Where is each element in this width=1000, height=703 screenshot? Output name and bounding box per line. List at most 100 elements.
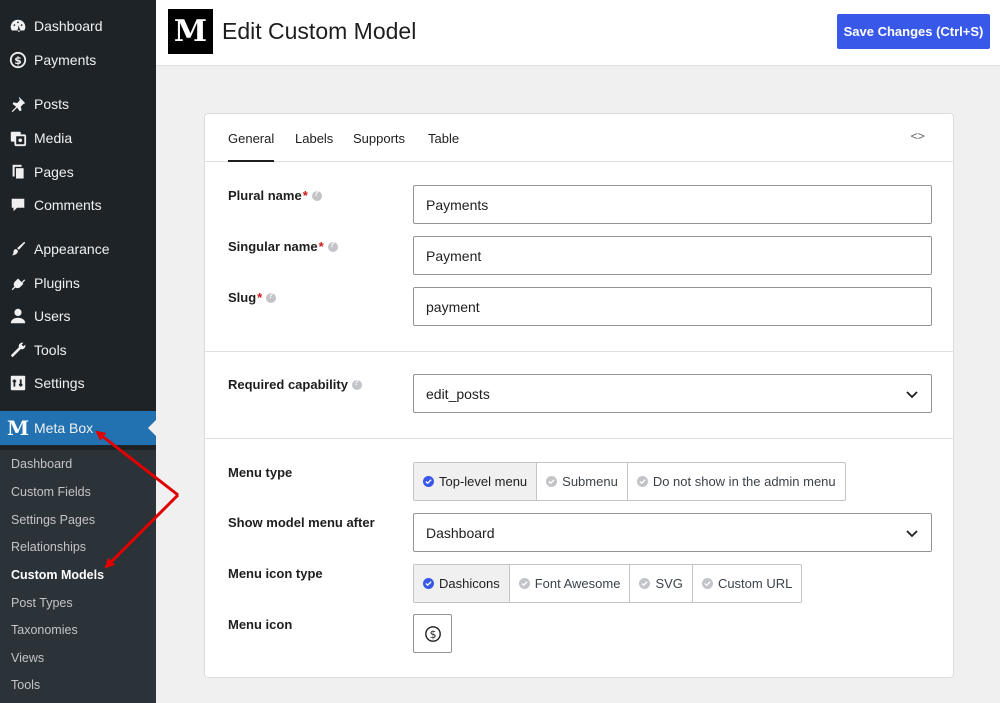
menu-type-top-level[interactable]: Top-level menu [414,463,538,500]
page-title: Edit Custom Model [222,18,417,44]
option-label: Dashicons [439,576,500,591]
submenu-item-settings-pages[interactable]: Settings Pages [11,510,95,530]
slug-label: Slug * [228,290,277,305]
check-circle-icon [636,476,648,487]
sidebar-item-settings[interactable]: Settings [0,366,156,400]
check-circle-icon [518,578,530,589]
icon-type-font-awesome[interactable]: Font Awesome [510,565,631,602]
svg-text:$: $ [14,54,22,67]
sidebar-item-label: Appearance [34,241,110,257]
sidebar-item-dashboard[interactable]: Dashboard [0,9,156,43]
sidebar-item-label: Plugins [34,275,80,291]
settings-icon [8,373,28,393]
sidebar-item-posts[interactable]: Posts [0,87,156,121]
sidebar-item-label: Dashboard [34,18,103,34]
help-icon[interactable] [327,240,338,252]
user-icon [8,306,28,326]
label-text: Plural name [228,188,302,203]
select-value: edit_posts [426,385,490,402]
help-icon[interactable] [311,189,322,201]
submenu-item-views[interactable]: Views [11,648,44,668]
code-view-toggle[interactable]: <> [911,129,925,143]
pin-icon [8,94,28,114]
page-header: M Edit Custom Model Save Changes (Ctrl+S… [156,0,1000,66]
submenu-item-post-types[interactable]: Post Types [11,593,73,613]
menu-icon-label: Menu icon [228,617,293,632]
sidebar-item-media[interactable]: Media [0,121,156,155]
meta-box-logo: M [168,9,213,54]
label-text: Singular name [228,239,318,254]
sidebar-item-meta-box[interactable]: M Meta Box [0,411,156,445]
menu-type-submenu[interactable]: Submenu [537,463,628,500]
tab-general[interactable]: General [228,131,275,162]
sidebar-item-comments[interactable]: Comments [0,188,156,222]
settings-tabs: General Labels Supports Table <> [205,114,953,162]
check-circle-icon [423,476,434,487]
slug-input[interactable] [413,287,932,326]
sidebar-item-payments[interactable]: $ Payments [0,43,156,77]
icon-type-svg[interactable]: SVG [630,565,693,602]
select-value: Dashboard [426,524,495,541]
label-text: Required capability [228,377,348,392]
sidebar-item-appearance[interactable]: Appearance [0,232,156,266]
required-capability-label: Required capability [228,377,362,392]
sidebar-item-label: Comments [34,197,102,213]
sidebar-item-tools[interactable]: Tools [0,333,156,367]
tab-table[interactable]: Table [428,131,459,146]
sidebar-item-plugins[interactable]: Plugins [0,266,156,300]
sidebar-item-label: Pages [34,164,74,180]
section-divider [205,351,953,352]
option-label: SVG [655,576,683,591]
tab-labels[interactable]: Labels [295,131,333,146]
menu-type-hidden[interactable]: Do not show in the admin menu [628,463,845,500]
plugin-icon [8,273,28,293]
tab-supports[interactable]: Supports [353,131,405,146]
brush-icon [8,239,28,259]
option-label: Do not show in the admin menu [652,474,836,489]
wrench-icon [8,340,28,360]
required-mark: * [257,290,263,305]
option-label: Font Awesome [534,576,621,591]
plural-name-input[interactable] [413,185,932,224]
dollar-circle-icon: $ [424,625,441,642]
submenu-item-custom-models[interactable]: Custom Models [11,565,104,585]
icon-type-dashicons[interactable]: Dashicons [414,565,510,602]
submenu-item-custom-fields[interactable]: Custom Fields [11,482,91,502]
submenu-item-tools[interactable]: Tools [11,675,40,695]
dashboard-icon [8,16,28,36]
menu-icon-type-options: Dashicons Font Awesome SVG Custom URL [413,564,803,603]
sidebar-item-label: Settings [34,375,85,391]
required-capability-select[interactable]: edit_posts [413,374,932,413]
sidebar-item-pages[interactable]: Pages [0,155,156,189]
help-icon[interactable] [351,378,362,390]
label-text: Slug [228,290,257,305]
help-icon[interactable] [266,291,277,303]
sidebar-item-users[interactable]: Users [0,299,156,333]
menu-type-label: Menu type [228,465,293,480]
meta-box-logo: M [6,416,30,440]
submenu-item-relationships[interactable]: Relationships [11,537,86,557]
sidebar-item-label: Users [34,308,71,324]
submenu-item-dashboard[interactable]: Dashboard [11,454,72,474]
submenu-item-taxonomies[interactable]: Taxonomies [11,620,78,640]
chevron-down-icon [906,529,918,537]
option-label: Submenu [562,474,618,489]
admin-sidebar: Dashboard $ Payments Posts Media Pages C… [0,0,156,703]
menu-type-options: Top-level menu Submenu Do not show in th… [413,462,846,501]
sidebar-item-label: Meta Box [34,420,94,436]
singular-name-input[interactable] [413,236,932,275]
comments-icon [8,195,28,215]
required-mark: * [302,188,308,203]
check-circle-icon [701,578,713,589]
plural-name-label: Plural name * [228,188,322,203]
check-circle-icon [423,578,434,589]
icon-type-custom-url[interactable]: Custom URL [693,565,801,602]
show-menu-after-label: Show model menu after [228,515,375,530]
dollar-icon: $ [8,50,28,70]
save-changes-button[interactable]: Save Changes (Ctrl+S) [837,14,990,49]
menu-icon-picker[interactable]: $ [413,614,452,653]
chevron-down-icon [906,390,918,398]
media-icon [8,128,28,148]
show-menu-after-select[interactable]: Dashboard [413,513,932,552]
menu-icon-type-label: Menu icon type [228,566,323,581]
